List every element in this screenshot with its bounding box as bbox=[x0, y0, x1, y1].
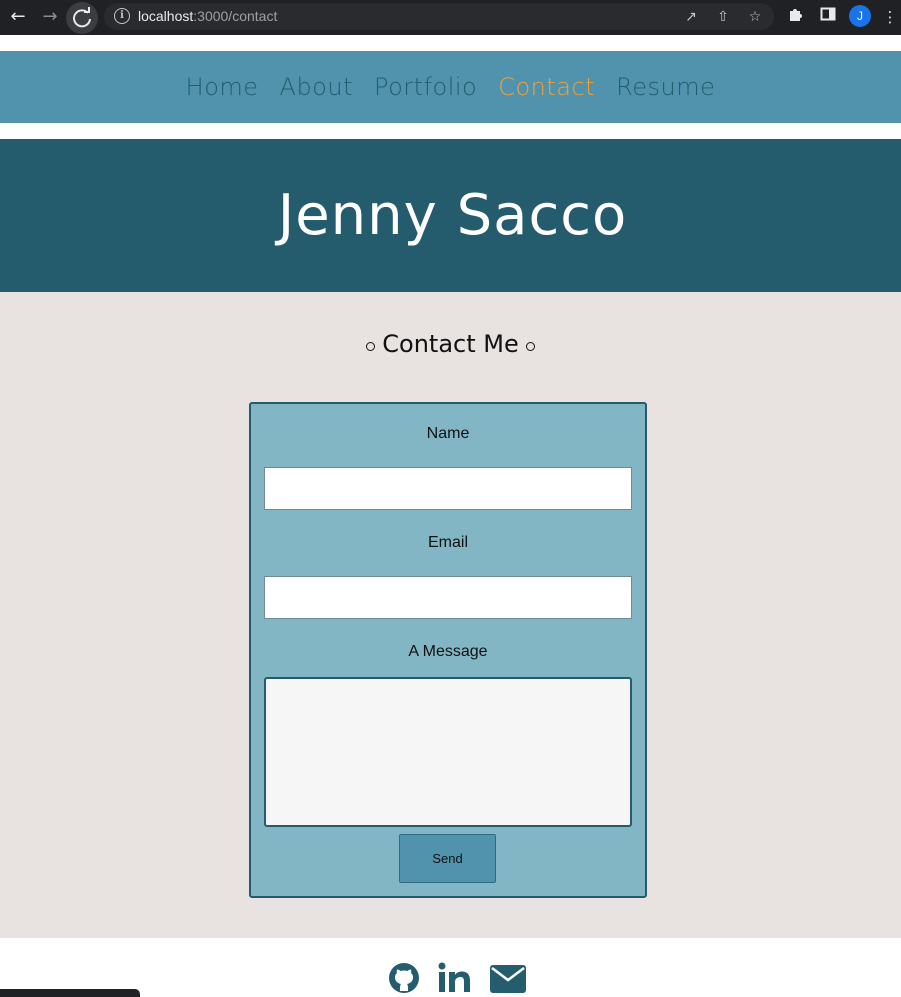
email-label: Email bbox=[427, 534, 468, 551]
circle-bullet-icon bbox=[366, 341, 376, 351]
email-input[interactable] bbox=[264, 576, 632, 619]
contact-heading-text: Contact Me bbox=[382, 330, 519, 358]
message-label: A Message bbox=[408, 643, 488, 660]
share-icon[interactable]: ⇧ bbox=[714, 8, 732, 26]
address-bar[interactable]: i localhost:3000/contact ↗ ⇧ ☆ bbox=[104, 3, 774, 30]
bookmark-star-icon[interactable]: ☆ bbox=[746, 8, 764, 26]
github-icon[interactable] bbox=[388, 960, 420, 996]
contact-heading: Contact Me bbox=[0, 330, 901, 358]
nav-portfolio[interactable]: Portfolio bbox=[374, 73, 477, 101]
forward-arrow-icon[interactable]: → bbox=[38, 6, 62, 28]
main-nav: Home About Portfolio Contact Resume bbox=[0, 51, 901, 123]
name-input[interactable] bbox=[264, 467, 632, 510]
nav-contact[interactable]: Contact bbox=[498, 73, 595, 101]
menu-kebab-icon[interactable]: ⋮ bbox=[882, 6, 898, 28]
profile-avatar[interactable]: J bbox=[849, 5, 871, 27]
open-in-app-icon[interactable]: ↗ bbox=[682, 8, 700, 26]
send-button[interactable]: Send bbox=[399, 834, 496, 883]
browser-toolbar: ← → i localhost:3000/contact ↗ ⇧ ☆ J ⋮ bbox=[0, 0, 901, 35]
reload-icon bbox=[73, 7, 91, 28]
nav-home[interactable]: Home bbox=[186, 73, 259, 101]
back-arrow-icon[interactable]: ← bbox=[6, 6, 30, 28]
message-textarea[interactable] bbox=[264, 677, 632, 827]
site-title: Jenny Sacco bbox=[277, 183, 628, 248]
contact-form: Name Email A Message Send bbox=[249, 402, 647, 898]
nav-about[interactable]: About bbox=[280, 73, 353, 101]
nav-resume[interactable]: Resume bbox=[616, 73, 715, 101]
reload-button[interactable] bbox=[66, 2, 98, 34]
linkedin-icon[interactable] bbox=[438, 960, 472, 996]
circle-bullet-icon bbox=[525, 341, 535, 351]
hero-banner: Jenny Sacco bbox=[0, 139, 901, 292]
envelope-icon[interactable] bbox=[489, 960, 527, 996]
contact-section: Contact Me Name Email A Message Send bbox=[0, 292, 901, 938]
side-panel-icon[interactable] bbox=[817, 6, 839, 28]
extensions-puzzle-icon[interactable] bbox=[785, 6, 807, 28]
status-bubble bbox=[0, 989, 140, 997]
url-text: localhost:3000/contact bbox=[138, 8, 278, 24]
site-info-icon[interactable]: i bbox=[114, 8, 130, 24]
name-label: Name bbox=[426, 425, 470, 442]
